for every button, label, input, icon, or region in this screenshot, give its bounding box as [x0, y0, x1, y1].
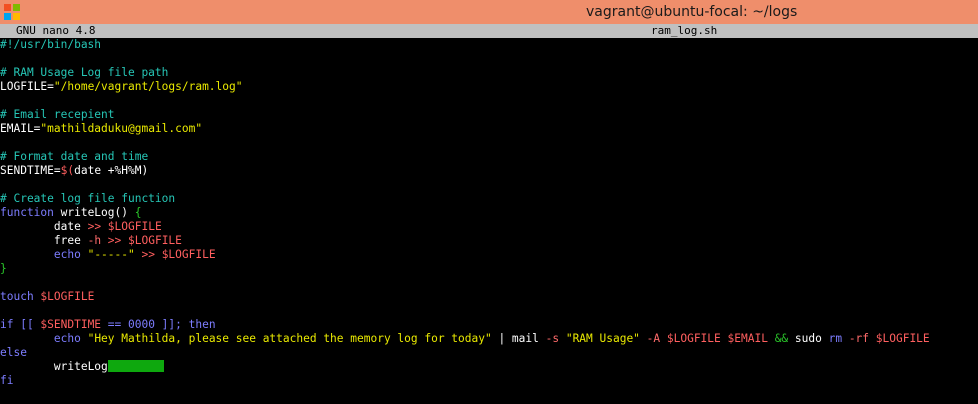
redirect-operator: >>: [107, 234, 129, 247]
terminal-window: vagrant@ubuntu-focal: ~/logs GNU nano 4.…: [0, 0, 978, 404]
code-line: SENDTIME=$(date +%H%M): [0, 164, 978, 178]
redirect-operator: >>: [134, 248, 162, 261]
and-operator: &&: [774, 332, 789, 345]
builtin-echo: echo: [53, 332, 88, 345]
code-line: free -h >> $LOGFILE: [0, 234, 978, 248]
command-flag: -A: [639, 332, 667, 345]
code-line: touch $LOGFILE: [0, 290, 978, 304]
shebang-comment: #!/usr/bin/bash: [0, 38, 102, 51]
string-literal: "RAM Usage": [565, 332, 640, 345]
nano-filename-label: ram_log.sh: [651, 24, 718, 37]
brace-close: }: [0, 262, 7, 275]
string-literal: "mathildaduku@gmail.com": [40, 122, 203, 135]
code-line: echo "-----" >> $LOGFILE: [0, 248, 978, 262]
string-literal: "-----": [87, 248, 135, 261]
keyword-then: then: [188, 318, 216, 331]
pipe-mail: | mail: [491, 332, 546, 345]
code-line: else: [0, 346, 978, 360]
window-title: vagrant@ubuntu-focal: ~/logs: [586, 4, 798, 20]
subshell-open: $(: [60, 164, 75, 177]
comment-text: # Format date and time: [0, 150, 149, 163]
code-line: function writeLog() {: [0, 206, 978, 220]
command-touch: touch: [0, 290, 41, 303]
code-line: # Email recepient: [0, 108, 978, 122]
command-flag: -s: [545, 332, 566, 345]
variable-assignment: SENDTIME=: [0, 164, 61, 177]
code-line: if [[ $SENDTIME == 0000 ]]; then: [0, 318, 978, 332]
keyword-fi: fi: [0, 374, 14, 387]
editor-text-area[interactable]: #!/usr/bin/bash # RAM Usage Log file pat…: [0, 38, 978, 388]
keyword-if: if [[: [0, 318, 41, 331]
terminal-app-icon[interactable]: [4, 4, 20, 20]
command-text: sudo: [788, 332, 829, 345]
code-line: #!/usr/bin/bash: [0, 38, 978, 52]
redirect-operator: >>: [87, 220, 108, 233]
variable-ref: $LOGFILE: [875, 332, 930, 345]
brace-open: {: [134, 206, 142, 219]
variable-ref: $LOGFILE: [107, 220, 162, 233]
command-text: date: [53, 220, 88, 233]
variable-ref: $LOGFILE: [40, 290, 95, 303]
keyword-else: else: [0, 346, 27, 359]
title-bar[interactable]: vagrant@ubuntu-focal: ~/logs: [0, 0, 978, 24]
command-flag: -rf: [848, 332, 876, 345]
code-line: # Format date and time: [0, 150, 978, 164]
builtin-echo: echo: [53, 248, 88, 261]
comment-text: # RAM Usage Log file path: [0, 66, 169, 79]
code-line: }: [0, 262, 978, 276]
command-text: date +%H%M): [74, 164, 149, 177]
command-flag: -h: [87, 234, 108, 247]
code-line: fi: [0, 374, 978, 388]
code-line: writeLog: [0, 360, 978, 374]
variable-ref: $LOGFILE: [128, 234, 182, 247]
comment-text: # Email recepient: [0, 108, 115, 121]
function-call: writeLog: [53, 360, 108, 373]
variable-ref: $LOGFILE: [666, 332, 721, 345]
code-line: # Create log file function: [0, 192, 978, 206]
code-line: echo "Hey Mathilda, please see attached …: [0, 332, 978, 346]
code-line: date >> $LOGFILE: [0, 220, 978, 234]
command-rm: rm: [828, 332, 849, 345]
nano-version-label: GNU nano 4.8: [16, 24, 96, 37]
variable-assignment: LOGFILE=: [0, 80, 54, 93]
text-cursor: [107, 360, 164, 372]
variable-ref: $EMAIL: [727, 332, 768, 345]
variable-ref: $SENDTIME: [40, 318, 102, 331]
code-line: LOGFILE="/home/vagrant/logs/ram.log": [0, 80, 978, 94]
keyword-function: function: [0, 206, 54, 219]
function-name: writeLog(): [53, 206, 135, 219]
code-line: EMAIL="mathildaduku@gmail.com": [0, 122, 978, 136]
nano-header-bar: GNU nano 4.8 ram_log.sh: [0, 24, 978, 38]
variable-assignment: EMAIL=: [0, 122, 41, 135]
string-literal: "/home/vagrant/logs/ram.log": [53, 80, 243, 93]
command-text: free: [53, 234, 88, 247]
code-line: # RAM Usage Log file path: [0, 66, 978, 80]
string-literal: "Hey Mathilda, please see attached the m…: [87, 332, 492, 345]
comment-text: # Create log file function: [0, 192, 176, 205]
variable-ref: $LOGFILE: [161, 248, 216, 261]
condition-text: == 0000 ]];: [101, 318, 189, 331]
